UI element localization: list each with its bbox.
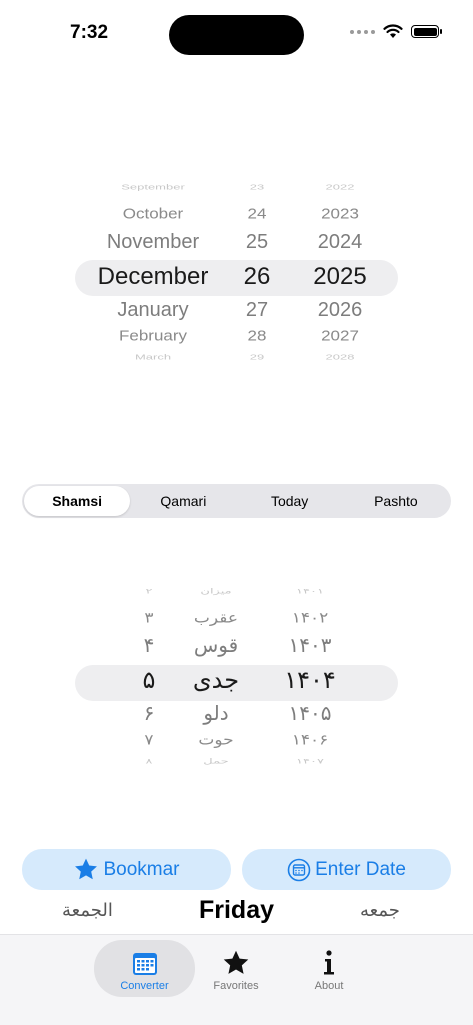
year-option[interactable]: 2026 (290, 299, 390, 321)
month-option[interactable]: December (78, 263, 228, 290)
month-option[interactable]: October (78, 206, 228, 222)
shamsi-month-option[interactable]: عقرب (176, 610, 256, 626)
segment-shamsi[interactable]: Shamsi (24, 486, 131, 516)
shamsi-year-option[interactable]: ۱۴۰۶ (270, 732, 350, 748)
year-option[interactable]: 2025 (290, 263, 390, 290)
calendar-icon (132, 953, 157, 975)
day-option[interactable]: 27 (230, 299, 284, 321)
segment-pashto[interactable]: Pashto (343, 486, 449, 516)
enter-date-button[interactable]: Enter Date (242, 849, 451, 890)
shamsi-month-option[interactable]: قوس (176, 635, 256, 657)
weekday-dari: جمعه (360, 900, 400, 921)
month-option[interactable]: March (78, 353, 228, 361)
star-icon (75, 858, 98, 880)
shamsi-month-option[interactable]: حمل (176, 757, 256, 765)
wifi-icon (383, 24, 403, 38)
day-option[interactable]: 26 (230, 263, 284, 290)
calendar-type-segmented-control[interactable]: Shamsi Qamari Today Pashto (22, 484, 451, 518)
tab-converter-label: Converter (120, 980, 169, 992)
year-option[interactable]: 2027 (290, 328, 390, 344)
shamsi-day-option[interactable]: ۲ (126, 587, 172, 595)
shamsi-day-option[interactable]: ۴ (126, 635, 172, 657)
shamsi-year-option[interactable]: ۱۴۰۷ (270, 757, 350, 765)
bookmark-button[interactable]: Bookmar (22, 849, 231, 890)
day-option[interactable]: 28 (230, 328, 284, 344)
shamsi-year-option[interactable]: ۱۴۰۳ (270, 635, 350, 657)
calendar-circle-icon (287, 858, 311, 881)
year-option[interactable]: 2023 (290, 206, 390, 222)
shamsi-month-option[interactable]: جدی (176, 667, 256, 694)
status-indicators (350, 24, 442, 39)
year-option[interactable]: 2024 (290, 231, 390, 253)
bookmark-label: Bookmar (103, 858, 180, 880)
shamsi-month-option[interactable]: میزان (176, 587, 256, 595)
star-icon (223, 950, 249, 974)
shamsi-day-option[interactable]: ۵ (126, 667, 172, 694)
shamsi-year-option[interactable]: ۱۴۰۵ (270, 703, 350, 725)
month-option[interactable]: November (78, 231, 228, 253)
tab-favorites-label: Favorites (213, 980, 259, 992)
segment-qamari[interactable]: Qamari (130, 486, 236, 516)
year-option[interactable]: 2028 (290, 353, 390, 361)
shamsi-year-option[interactable]: ۱۴۰۱ (270, 587, 350, 595)
tab-favorites[interactable]: Favorites (200, 941, 272, 997)
weekday-row: الجمعة Friday جمعه (0, 896, 473, 928)
shamsi-month-option[interactable]: دلو (176, 703, 256, 725)
day-option[interactable]: 29 (230, 353, 284, 361)
shamsi-date-picker[interactable]: ۲ ۳ ۴ ۵ ۶ ۷ ۸ میزان عقرب قوس جدی دلو حوت حمل ۱۴۰۱ ۱۴۰… (0, 587, 473, 776)
shamsi-day-option[interactable]: ۸ (126, 757, 172, 765)
tab-about-label: About (314, 980, 344, 992)
cellular-signal-icon (350, 29, 375, 34)
info-icon (324, 950, 334, 975)
shamsi-day-option[interactable]: ۳ (126, 610, 172, 626)
enter-date-label: Enter Date (315, 858, 406, 880)
segment-today[interactable]: Today (237, 486, 343, 516)
status-time: 7:32 (70, 22, 109, 43)
tab-converter[interactable]: Converter (94, 940, 195, 997)
month-option[interactable]: January (78, 299, 228, 321)
dynamic-island (169, 15, 304, 55)
tab-about[interactable]: About (293, 941, 365, 997)
shamsi-day-option[interactable]: ۶ (126, 703, 172, 725)
battery-icon (411, 25, 442, 38)
month-option[interactable]: February (78, 328, 228, 344)
gregorian-date-picker[interactable]: September October November December January F… (0, 183, 473, 372)
year-option[interactable]: 2022 (290, 183, 390, 191)
day-option[interactable]: 24 (230, 206, 284, 222)
weekday-english: Friday (198, 896, 275, 924)
shamsi-year-option[interactable]: ۱۴۰۲ (270, 610, 350, 626)
day-option[interactable]: 25 (230, 231, 284, 253)
day-option[interactable]: 23 (230, 183, 284, 191)
shamsi-month-option[interactable]: حوت (176, 732, 256, 748)
shamsi-day-option[interactable]: ۷ (126, 732, 172, 748)
month-option[interactable]: September (78, 183, 228, 191)
shamsi-year-option[interactable]: ۱۴۰۴ (270, 667, 350, 694)
